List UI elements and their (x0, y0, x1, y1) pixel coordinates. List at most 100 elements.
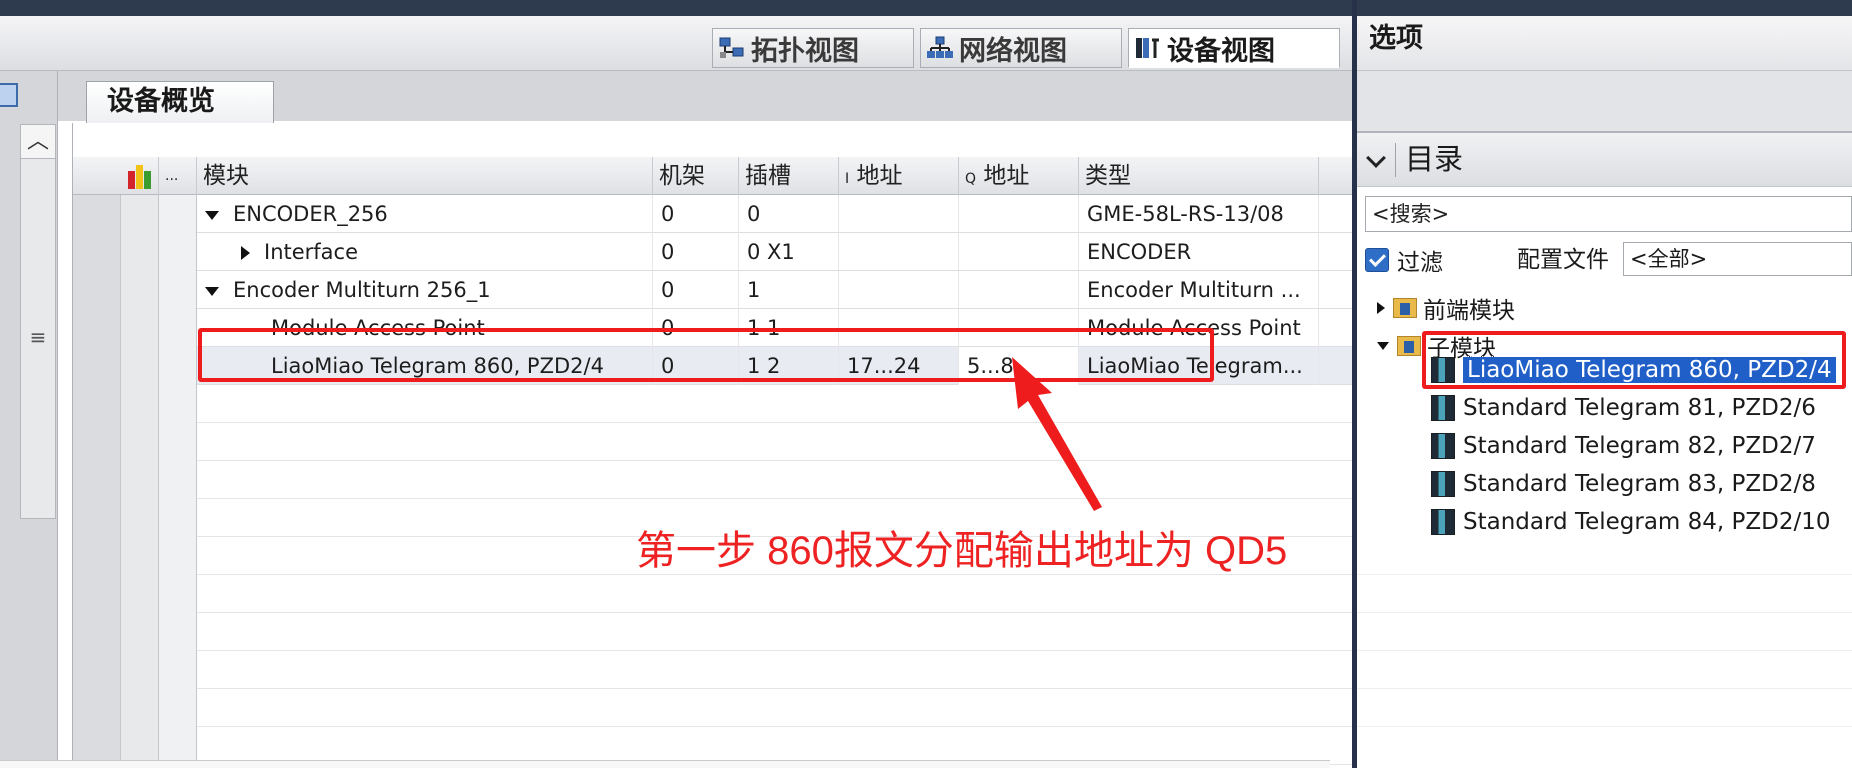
module-name: ENCODER_256 (233, 202, 388, 226)
catalog-item[interactable]: Standard Telegram 84, PZD2/10 (1431, 506, 1831, 538)
tab-topology-label: 拓扑视图 (751, 35, 859, 67)
catalog-header[interactable]: 目录 (1357, 131, 1852, 187)
module-name: Interface (264, 240, 359, 264)
rack-cell: 0 (653, 271, 739, 309)
filter-checkbox-row[interactable]: 过滤 (1365, 245, 1443, 276)
device-icon (1135, 36, 1161, 60)
empty-row (197, 423, 1353, 461)
module-icon (1431, 471, 1455, 497)
catalog-separator (1395, 143, 1396, 177)
q-prefix: Q (965, 171, 977, 187)
i-address-cell (839, 233, 959, 271)
collapse-arrow-icon[interactable] (205, 286, 219, 296)
tab-device-view[interactable]: 设备视图 (1128, 28, 1340, 68)
empty-row (197, 613, 1353, 651)
extra-right-header[interactable] (1319, 157, 1353, 195)
folder-icon (1397, 336, 1421, 356)
profile-label: 配置文件 (1517, 247, 1609, 273)
module-name: Encoder Multiturn 256_1 (233, 278, 491, 302)
rack-cell: 0 (653, 233, 739, 271)
empty-row (197, 461, 1353, 499)
chevron-down-icon[interactable] (1366, 148, 1386, 168)
slot-cell: 0 (739, 195, 839, 233)
module-header[interactable]: 模块 (197, 157, 653, 195)
table-row[interactable]: ENCODER_256 0 0 GME-58L-RS-13/08 (197, 195, 1353, 233)
catalog-item[interactable]: Standard Telegram 83, PZD2/8 (1431, 468, 1816, 500)
options-blank-area (1357, 71, 1852, 131)
tab-network-view[interactable]: 网络视图 (920, 28, 1122, 68)
list-separator (1357, 650, 1852, 651)
q-address-cell (959, 271, 1079, 309)
diagnostic-header[interactable] (121, 157, 159, 195)
module-icon (1431, 509, 1455, 535)
q-address-label: 地址 (983, 163, 1030, 189)
diagnostic-column (121, 157, 159, 768)
view-tab-bar: 拓扑视图 网络视图 设备视图 (0, 16, 1352, 71)
empty-row (197, 575, 1353, 613)
tab-device-overview[interactable]: 设备概览 (86, 81, 274, 123)
options-panel: 选项 目录 <搜索> 过滤 配置文件 <全部> 前端模块 子模块 LiaoMia… (1357, 16, 1852, 768)
catalog-item-label: Standard Telegram 83, PZD2/8 (1463, 471, 1816, 497)
catalog-item[interactable]: Standard Telegram 81, PZD2/6 (1431, 392, 1816, 424)
tree-item-front-modules[interactable]: 前端模块 (1377, 292, 1515, 324)
collapse-arrow-icon[interactable] (205, 210, 219, 220)
catalog-title: 目录 (1405, 142, 1464, 176)
q-address-cell (959, 195, 1079, 233)
rack-header[interactable]: 机架 (653, 157, 739, 195)
highlight-box-catalog (1422, 331, 1846, 389)
list-separator (1357, 726, 1852, 727)
tab-device-label: 设备视图 (1167, 35, 1275, 67)
table-row[interactable]: Interface 0 0 X1 ENCODER (197, 233, 1353, 271)
profile-select[interactable]: <全部> (1623, 242, 1852, 276)
rack-cell: 0 (653, 195, 739, 233)
topology-icon (719, 36, 745, 60)
empty-row (197, 385, 1353, 423)
callout-arrow-icon (1012, 357, 1102, 511)
expand-arrow-icon[interactable] (241, 246, 250, 260)
i-prefix: I (845, 171, 850, 187)
module-cell: ENCODER_256 (197, 195, 653, 233)
annotation-text: 第一步 860报文分配输出地址为 QD5 (636, 529, 1288, 573)
type-header[interactable]: 类型 (1079, 157, 1319, 195)
type-cell: ENCODER (1079, 233, 1319, 271)
collapse-arrow-icon[interactable] (1377, 342, 1389, 350)
slot-cell: 1 (739, 271, 839, 309)
empty-row (197, 689, 1353, 727)
module-icon (1431, 433, 1455, 459)
properties-panel-edge (0, 760, 1330, 768)
i-address-cell (839, 195, 959, 233)
panel-toggle-icon[interactable] (0, 83, 18, 107)
slot-header[interactable]: 插槽 (739, 157, 839, 195)
tab-topology-view[interactable]: 拓扑视图 (712, 28, 914, 68)
network-icon (927, 36, 953, 60)
module-icon (1431, 395, 1455, 421)
scroll-grip-icon[interactable]: ≡ (24, 325, 52, 349)
i-address-cell (839, 271, 959, 309)
q-address-header[interactable]: Q 地址 (959, 157, 1079, 195)
catalog-search-input[interactable]: <搜索> (1365, 196, 1852, 232)
catalog-item[interactable]: Standard Telegram 82, PZD2/7 (1431, 430, 1816, 462)
i-address-header[interactable]: I 地址 (839, 157, 959, 195)
left-scrollbar[interactable]: ︿ ≡ (20, 124, 56, 519)
table-header: ... 模块 机架 插槽 I 地址 Q 地址 类型 (73, 157, 1353, 195)
type-cell: Encoder Multiturn ... (1079, 271, 1319, 309)
list-separator (1357, 612, 1852, 613)
catalog-item-label: Standard Telegram 81, PZD2/6 (1463, 395, 1816, 421)
device-overview-table: ... 模块 机架 插槽 I 地址 Q 地址 类型 ENCODER_256 0 … (72, 123, 1353, 768)
diagnostics-icon (128, 165, 151, 189)
tree-item-label: 前端模块 (1423, 298, 1515, 324)
scroll-up-icon[interactable]: ︿ (21, 125, 55, 159)
device-view-area: 拓扑视图 网络视图 设备视图 ︿ ≡ 设备概览 ... 模块 机架 插槽 I 地… (0, 16, 1353, 768)
expand-arrow-icon[interactable] (1377, 302, 1385, 314)
extra-column (159, 157, 197, 768)
q-address-cell (959, 233, 1079, 271)
module-cell: Interface (197, 233, 653, 271)
table-row[interactable]: Encoder Multiturn 256_1 0 1 Encoder Mult… (197, 271, 1353, 309)
filter-checkbox[interactable] (1365, 248, 1389, 272)
i-address-label: 地址 (856, 163, 903, 189)
catalog-item-label: Standard Telegram 82, PZD2/7 (1463, 433, 1816, 459)
tab-network-label: 网络视图 (959, 35, 1067, 67)
list-separator (1357, 688, 1852, 689)
extra-header[interactable]: ... (159, 157, 197, 195)
catalog-item-label: Standard Telegram 84, PZD2/10 (1463, 509, 1831, 535)
